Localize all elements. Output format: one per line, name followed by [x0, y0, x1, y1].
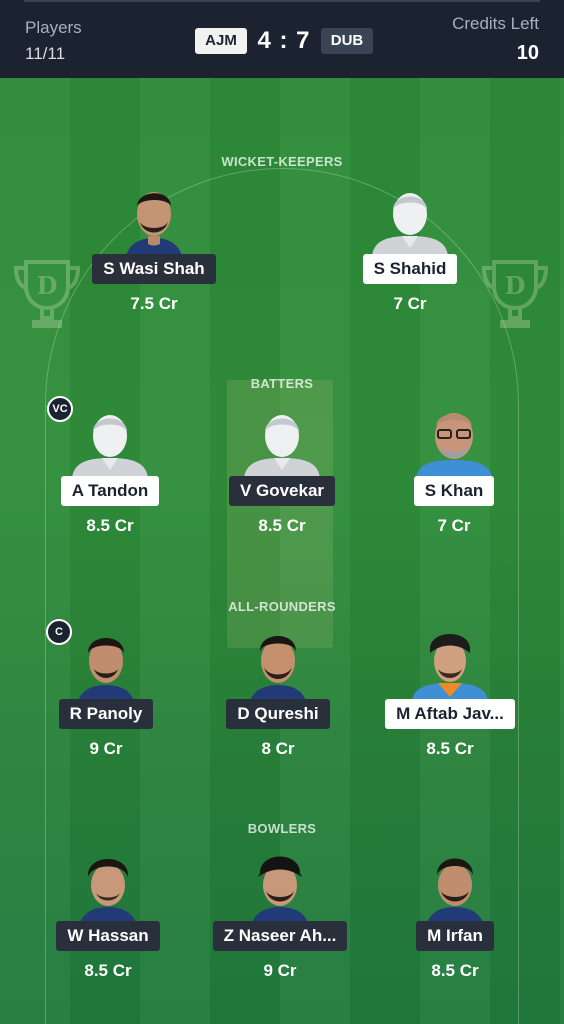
player-credits: 9 Cr	[263, 961, 297, 980]
players-count: Players 11/11	[25, 18, 82, 64]
team-split-score: 4 : 7	[257, 27, 311, 54]
player-name: R Panoly	[58, 699, 154, 729]
player-photo-avatar	[416, 413, 492, 478]
player-card-v-govekar[interactable]: V Govekar 8.5 Cr	[202, 404, 362, 536]
player-name: A Tandon	[60, 476, 160, 506]
player-photo-avatar	[78, 638, 134, 701]
section-title-all-rounders: ALL-ROUNDERS	[228, 599, 336, 614]
player-photo-avatar	[126, 192, 182, 256]
credits-left-label: Credits Left	[452, 14, 539, 33]
player-credits: 8.5 Cr	[258, 516, 306, 535]
credits-left-value: 10	[516, 42, 539, 64]
player-card-z-naseer-ahmed[interactable]: Z Naseer Ah... 9 Cr	[200, 849, 360, 981]
player-credits: 8.5 Cr	[426, 739, 474, 758]
team-a-tag: AJM	[195, 28, 247, 54]
player-card-s-shahid[interactable]: S Shahid 7 Cr	[330, 182, 490, 314]
match-score: AJM 4 : 7 DUB	[195, 27, 373, 55]
player-credits: 8.5 Cr	[86, 516, 134, 535]
player-name: S Shahid	[362, 254, 458, 284]
player-card-s-khan[interactable]: S Khan 7 Cr	[374, 404, 534, 536]
player-name: M Aftab Jav...	[385, 699, 515, 729]
player-credits: 7 Cr	[393, 294, 427, 313]
player-photo-avatar	[412, 634, 488, 701]
player-credits: 8.5 Cr	[431, 961, 479, 980]
player-credits: 7 Cr	[437, 516, 471, 535]
section-title-bowlers: BOWLERS	[247, 821, 317, 836]
player-name: W Hassan	[56, 921, 160, 951]
player-card-w-hassan[interactable]: W Hassan 8.5 Cr	[28, 849, 188, 981]
player-card-d-qureshi[interactable]: D Qureshi 8 Cr	[198, 627, 358, 759]
credits-left: Credits Left 10	[452, 14, 539, 65]
team-preview-header: Players 11/11 AJM 4 : 7 DUB Credits Left…	[0, 0, 564, 78]
player-credits: 8 Cr	[261, 739, 295, 758]
player-card-m-aftab-javed[interactable]: M Aftab Jav... 8.5 Cr	[370, 627, 530, 759]
svg-text:D: D	[505, 271, 526, 300]
svg-text:D: D	[37, 271, 58, 300]
players-value: 11/11	[25, 44, 66, 63]
player-card-r-panoly[interactable]: R Panoly 9 Cr	[26, 627, 186, 759]
trophy-watermark-icon: D	[13, 260, 81, 328]
player-credits: 7.5 Cr	[130, 294, 178, 313]
player-photo-avatar	[250, 636, 306, 701]
player-name: V Govekar	[228, 476, 336, 506]
player-name: D Qureshi	[226, 699, 330, 729]
team-b-tag: DUB	[321, 28, 373, 54]
player-photo-avatar	[252, 856, 308, 923]
player-name: S Khan	[413, 476, 495, 506]
player-name: S Wasi Shah	[92, 254, 216, 284]
player-name: M Irfan	[416, 921, 494, 951]
player-placeholder-avatar-icon	[72, 415, 148, 478]
player-credits: 8.5 Cr	[84, 961, 132, 980]
player-photo-avatar	[427, 858, 483, 923]
trophy-watermark-icon: D	[481, 260, 549, 328]
player-placeholder-avatar-icon	[372, 193, 448, 256]
player-photo-avatar	[80, 859, 136, 923]
section-title-wicket-keepers: WICKET-KEEPERS	[221, 154, 343, 169]
section-title-batters: BATTERS	[250, 376, 314, 391]
player-card-m-irfan[interactable]: M Irfan 8.5 Cr	[375, 849, 535, 981]
player-card-a-tandon[interactable]: A Tandon 8.5 Cr	[30, 404, 190, 536]
player-placeholder-avatar-icon	[244, 415, 320, 478]
header-divider	[24, 0, 540, 2]
player-name: Z Naseer Ah...	[212, 921, 348, 951]
player-card-s-wasi-shah[interactable]: S Wasi Shah 7.5 Cr	[74, 182, 234, 314]
players-label: Players	[25, 18, 82, 37]
player-credits: 9 Cr	[89, 739, 123, 758]
